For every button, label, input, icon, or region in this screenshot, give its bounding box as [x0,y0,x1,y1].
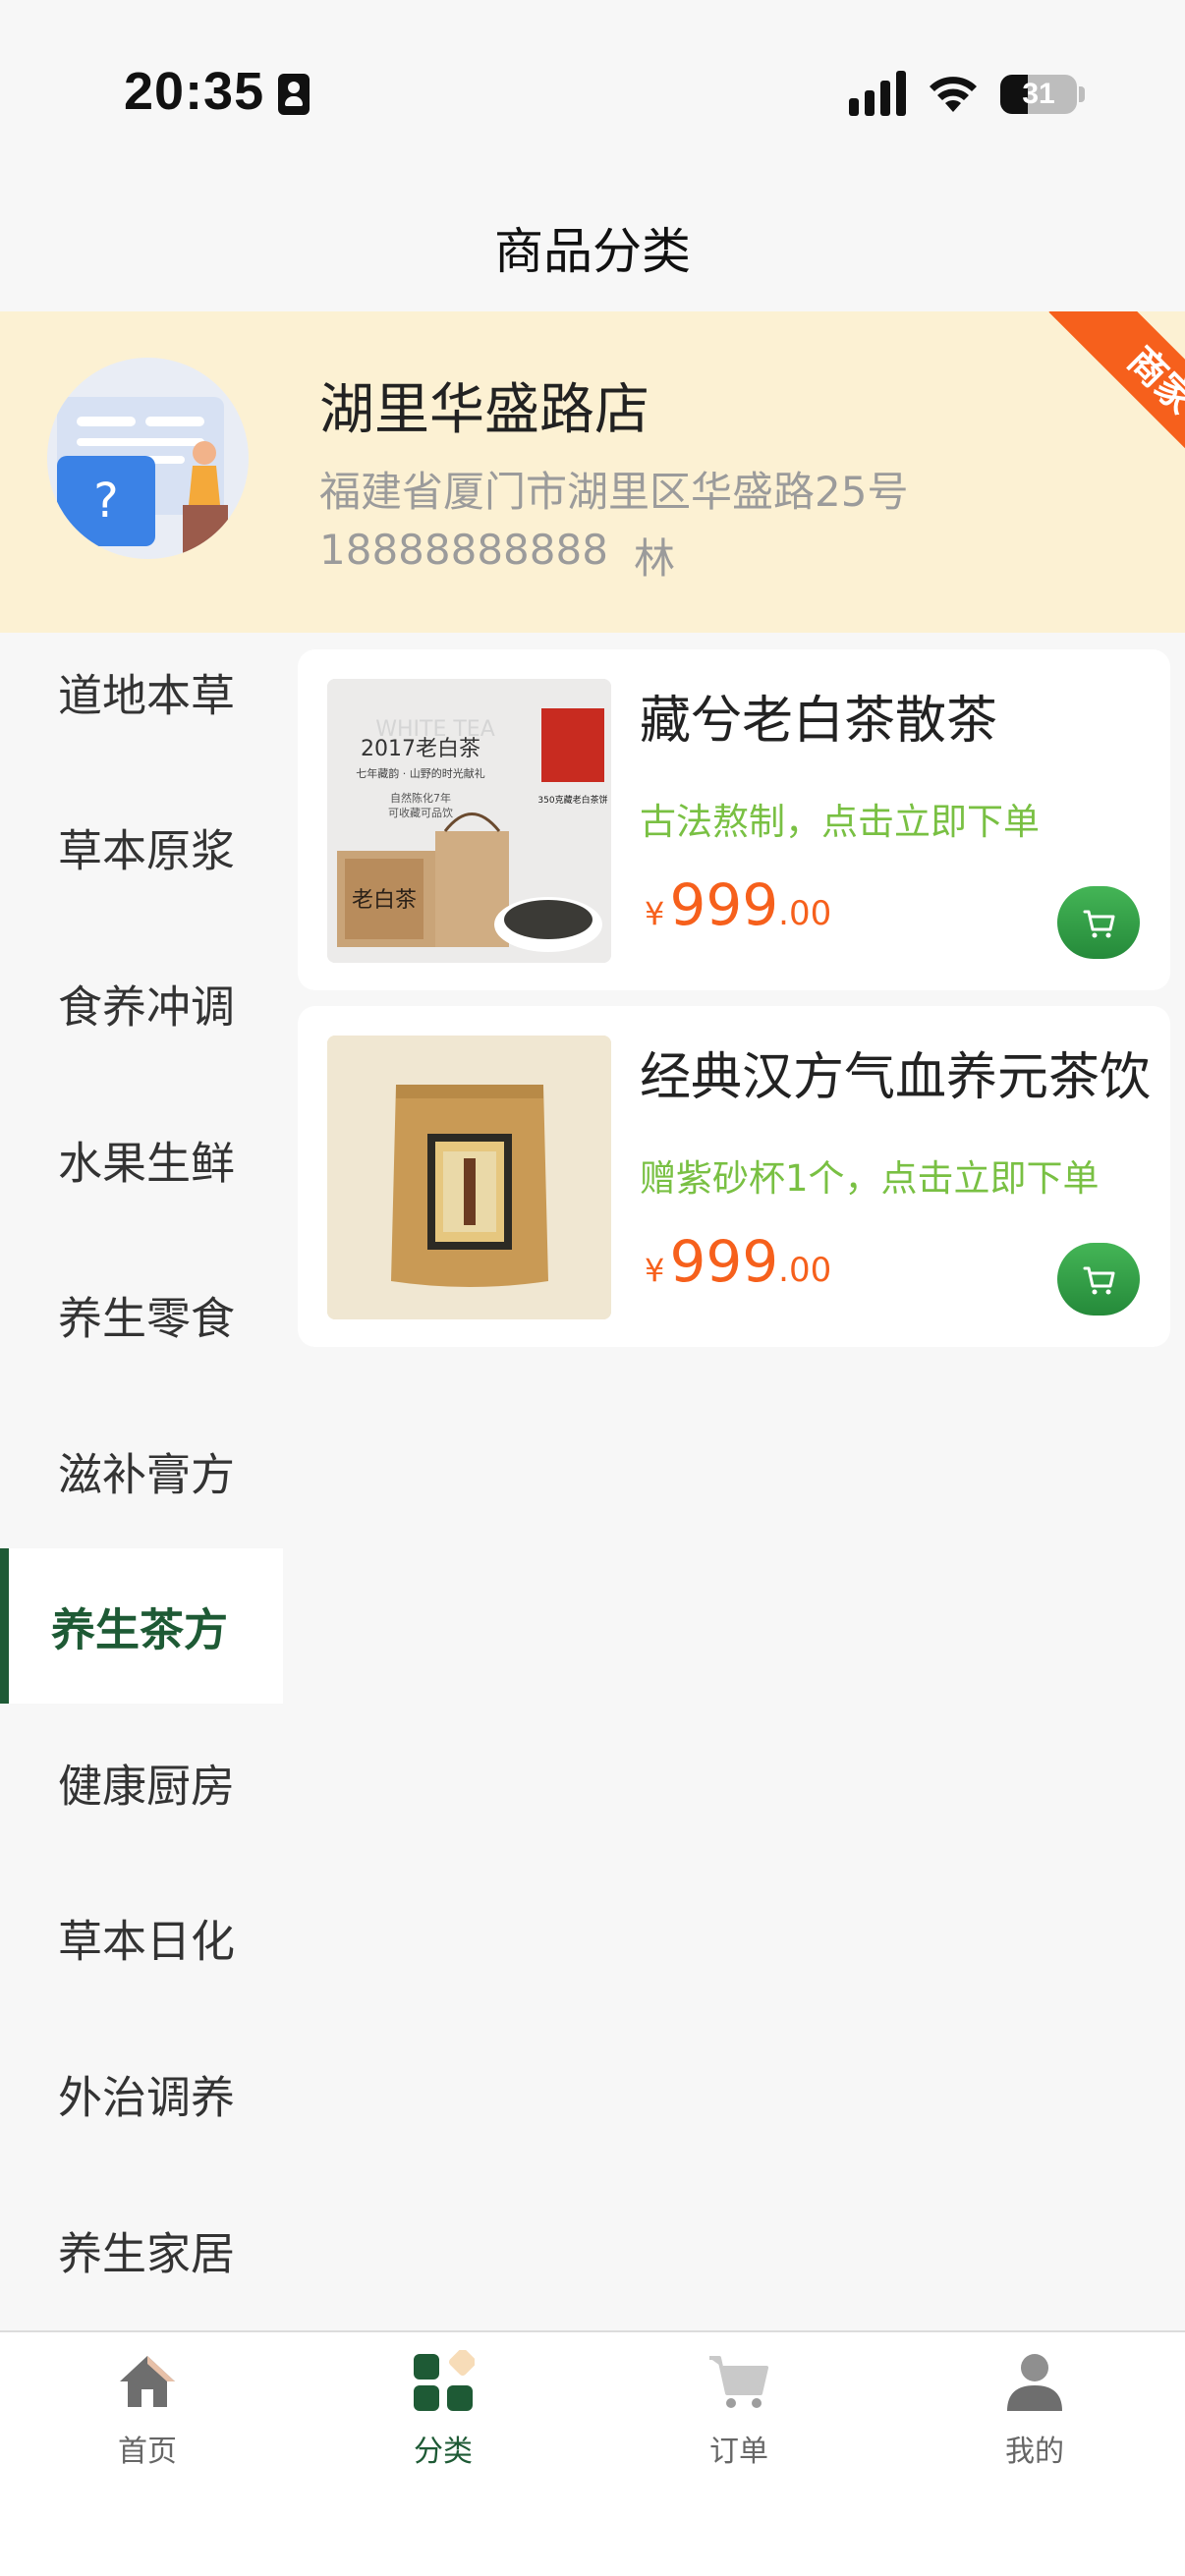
product-price: ¥ 999.00 [645,871,831,938]
category-icon [414,2350,475,2411]
store-avatar: ? [47,358,249,559]
category-label: 养生茶方 [51,1603,229,1656]
price-currency: ¥ [645,895,665,932]
status-time: 20:35 [124,62,265,121]
battery-level: 31 [1022,78,1055,110]
category-label: 道地本草 [58,669,236,722]
tab-label: 首页 [118,2435,177,2469]
add-to-cart-button[interactable] [1057,1243,1140,1316]
tab-profile[interactable]: 我的 [946,2350,1123,2478]
category-item-active[interactable]: 养生茶方 [0,1548,283,1704]
price-integer: 999 [669,1228,779,1295]
product-image-line2: 自然陈化7年 [390,791,451,805]
active-indicator [0,1548,9,1704]
store-address: 福建省厦门市湖里区华盛路25号 [319,468,909,516]
cart-icon [709,2356,768,2408]
product-name: 藏兮老白茶散茶 [640,692,998,751]
category-label: 食养冲调 [58,980,236,1034]
cellular-signal-icon [849,71,908,116]
add-to-cart-button[interactable] [1057,886,1140,959]
tab-label: 订单 [709,2435,768,2469]
store-header[interactable]: ? 湖里华盛路店 福建省厦门市湖里区华盛路25号 18888888888 林 商… [0,311,1185,633]
product-name: 经典汉方气血养元茶饮 [640,1048,1152,1107]
category-label: 草本日化 [58,1915,236,1968]
product-card[interactable]: WHITE TEA 2017老白茶 七年藏韵 · 山野的时光献礼 自然陈化7年 … [298,649,1170,990]
product-image-box: 老白茶 [352,888,417,913]
category-item[interactable]: 养生家居 [0,2172,283,2327]
product-image-line3: 可收藏可品饮 [388,806,453,819]
store-phone: 18888888888 [319,526,608,574]
category-item[interactable]: 草本日化 [0,1860,283,2015]
home-icon [120,2356,175,2407]
wifi-icon [930,77,977,112]
category-label: 草本原浆 [58,824,236,877]
category-label: 滋补膏方 [58,1448,236,1501]
price-integer: 999 [669,871,779,938]
cart-icon [1083,1266,1115,1295]
price-currency: ¥ [645,1252,665,1289]
product-image-year: 2017老白茶 [361,737,480,761]
contact-card-icon [278,74,310,115]
product-image: WHITE TEA 2017老白茶 七年藏韵 · 山野的时光献礼 自然陈化7年 … [327,679,611,963]
product-description: 古法熬制，点击立即下单 [640,801,1040,843]
price-decimal: .00 [778,1251,832,1290]
merchant-badge: 商家 [1048,311,1185,493]
category-item[interactable]: 滋补膏方 [0,1393,283,1548]
cart-icon [1083,910,1115,938]
category-label: 养生零食 [58,1292,236,1345]
store-name: 湖里华盛路店 [319,378,649,442]
tab-home[interactable]: 首页 [59,2350,236,2478]
category-item[interactable]: 道地本草 [0,614,283,769]
category-label: 健康厨房 [58,1760,236,1813]
product-card[interactable]: 经典汉方气血养元茶饮 赠紫砂杯1个，点击立即下单 ¥ 999.00 [298,1006,1170,1347]
tab-label: 我的 [1005,2435,1064,2469]
category-item[interactable]: 草本原浆 [0,769,283,924]
bottom-tab-bar: 首页 分类 订单 我的 [0,2330,1185,2576]
category-sidebar[interactable]: 道地本草 草本原浆 食养冲调 水果生鲜 养生零食 滋补膏方 养生茶方 健康厨房 … [0,633,283,2330]
product-price: ¥ 999.00 [645,1228,831,1295]
product-image [327,1036,611,1319]
product-image-line1: 七年藏韵 · 山野的时光献礼 [356,766,485,780]
user-icon [1007,2354,1062,2411]
product-image-tag: 350克藏老白茶饼 [537,794,607,806]
category-item[interactable]: 健康厨房 [0,1705,283,1860]
tab-orders[interactable]: 订单 [650,2350,827,2478]
page-title: 商品分类 [494,223,691,280]
category-label: 养生家居 [58,2227,236,2280]
category-item[interactable]: 养生零食 [0,1237,283,1392]
store-contact-name: 林 [634,534,676,583]
price-decimal: .00 [778,894,832,933]
product-description: 赠紫砂杯1个，点击立即下单 [640,1157,1100,1200]
category-item[interactable]: 外治调养 [0,2016,283,2171]
category-item[interactable]: 食养冲调 [0,925,283,1081]
category-item[interactable]: 水果生鲜 [0,1082,283,1237]
battery-icon: 31 [1000,75,1077,114]
store-avatar-illustration-icon: ? [57,397,228,559]
tab-label: 分类 [414,2435,473,2469]
svg-text:?: ? [93,474,118,529]
status-bar: 20:35 31 [0,0,1185,187]
category-label: 外治调养 [58,2071,236,2124]
tab-category[interactable]: 分类 [355,2350,532,2478]
category-label: 水果生鲜 [58,1137,236,1190]
battery-tip [1079,86,1085,102]
